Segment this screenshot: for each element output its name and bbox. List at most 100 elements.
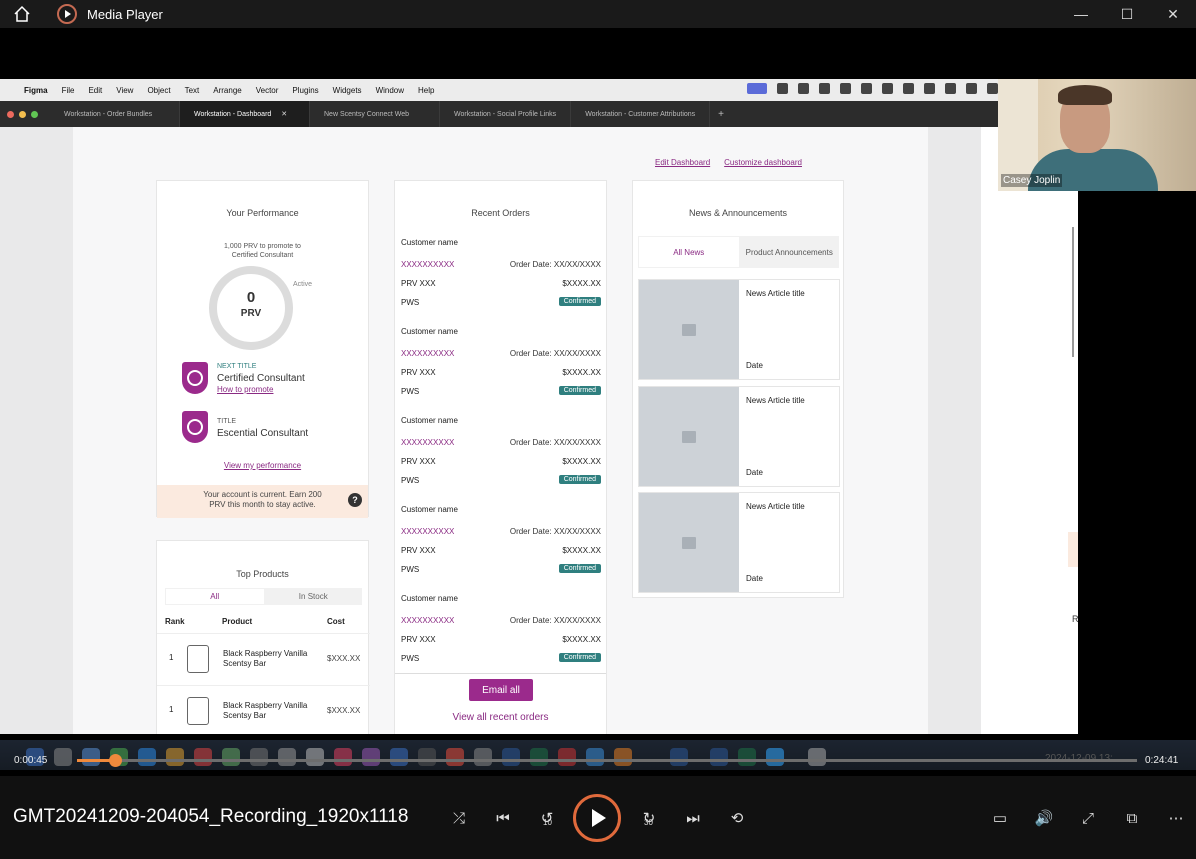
product-filter-tabs: All In Stock bbox=[165, 588, 362, 605]
dashboard-actions: Edit Dashboard Customize dashboard bbox=[655, 158, 802, 167]
menu-item: Widgets bbox=[332, 85, 362, 95]
next-title: Certified Consultant bbox=[217, 373, 305, 384]
elapsed-time: 0:00:45 bbox=[14, 755, 48, 766]
gauge-value: 0 bbox=[246, 289, 256, 306]
tab-all-news: All News bbox=[639, 237, 739, 267]
close-button[interactable]: ✕ bbox=[1150, 0, 1196, 28]
status-icon bbox=[882, 83, 893, 94]
top-products-title: Top Products bbox=[236, 569, 289, 579]
seek-handle[interactable] bbox=[109, 754, 122, 767]
prv-gauge: 0 PRV bbox=[209, 266, 293, 350]
menu-item: Edit bbox=[88, 85, 103, 95]
home-icon[interactable] bbox=[13, 5, 31, 23]
recent-orders-card: Recent Orders Customer name XXXXXXXXXX O… bbox=[394, 180, 607, 734]
menu-item: Plugins bbox=[292, 85, 319, 95]
figma-tab: Workstation - Order Bundles bbox=[50, 101, 180, 127]
news-article: News Article title Date bbox=[638, 386, 840, 487]
new-tab-icon: + bbox=[718, 108, 724, 120]
product-image-icon bbox=[187, 645, 209, 673]
shuffle-icon[interactable]: ⤮ bbox=[449, 808, 469, 828]
menu-item: Vector bbox=[255, 85, 279, 95]
menu-status-icons bbox=[747, 83, 998, 94]
news-card: News & Announcements All News Product An… bbox=[632, 180, 844, 598]
title-badge-icon bbox=[182, 411, 208, 443]
mac-menu-bar: Figma File Edit View Object Text Arrange… bbox=[0, 79, 1078, 101]
screen-share-icon bbox=[747, 83, 767, 94]
repeat-off-icon[interactable]: ⟲ bbox=[727, 808, 747, 828]
menu-item: Text bbox=[184, 85, 200, 95]
next-title-label: NEXT TITLE bbox=[217, 363, 257, 370]
maximize-button[interactable]: ☐ bbox=[1104, 0, 1150, 28]
performance-title: Your Performance bbox=[226, 208, 299, 218]
email-all-button: Email all bbox=[469, 679, 533, 701]
media-player-logo-icon bbox=[57, 4, 77, 24]
title-label: TITLE bbox=[217, 418, 237, 425]
gauge-unit: PRV bbox=[240, 308, 262, 319]
image-placeholder-icon bbox=[639, 493, 739, 592]
status-icon bbox=[861, 83, 872, 94]
figma-canvas: R Edit Dashboard Customize dashboard You… bbox=[0, 127, 1078, 734]
participant-name: Casey Joplin bbox=[1001, 174, 1063, 187]
menu-item: View bbox=[116, 85, 134, 95]
canvas-scrollbar bbox=[1072, 227, 1074, 357]
play-button[interactable] bbox=[573, 794, 621, 842]
volume-icon[interactable]: 🔊 bbox=[1034, 808, 1054, 828]
col-rank: Rank bbox=[165, 617, 185, 626]
figma-tab: Workstation - Customer Attributions bbox=[571, 101, 711, 127]
customize-dashboard-link: Customize dashboard bbox=[724, 158, 802, 167]
menu-item: Object bbox=[147, 85, 171, 95]
battery-icon bbox=[945, 83, 956, 94]
skip-back-label: 10 bbox=[543, 818, 552, 827]
minimize-button[interactable]: — bbox=[1058, 0, 1104, 28]
adjacent-artboard: R bbox=[981, 127, 1078, 734]
news-title: News & Announcements bbox=[688, 208, 788, 218]
playback-controls: GMT20241209-204054_Recording_1920x1118 ⤮… bbox=[0, 776, 1196, 859]
status-icon bbox=[840, 83, 851, 94]
app-title: Media Player bbox=[87, 6, 163, 22]
subtitles-icon[interactable]: ▭ bbox=[990, 808, 1010, 828]
fullscreen-icon[interactable]: ⤢ bbox=[1078, 808, 1098, 828]
confirmed-badge: Confirmed bbox=[558, 475, 601, 484]
more-options-icon[interactable]: ⋯ bbox=[1166, 808, 1186, 828]
figma-tab-bar: Workstation - Order Bundles Workstation … bbox=[0, 101, 1078, 127]
status-icon bbox=[798, 83, 809, 94]
close-tab-icon: ✕ bbox=[281, 111, 288, 118]
menu-app: Figma bbox=[24, 85, 48, 95]
mini-player-icon[interactable]: ⧉ bbox=[1122, 808, 1142, 828]
seek-bar[interactable] bbox=[77, 759, 1137, 762]
tab-all: All bbox=[166, 589, 264, 604]
figma-tab: Workstation - Social Profile Links bbox=[440, 101, 572, 127]
status-icon bbox=[777, 83, 788, 94]
confirmed-badge: Confirmed bbox=[558, 653, 601, 662]
news-article: News Article title Date bbox=[638, 492, 840, 593]
image-placeholder-icon bbox=[639, 280, 739, 379]
edit-dashboard-link: Edit Dashboard bbox=[655, 158, 711, 167]
menu-item: Arrange bbox=[213, 85, 242, 95]
status-icon bbox=[903, 83, 914, 94]
menu-item: File bbox=[61, 85, 75, 95]
menu-item: Window bbox=[375, 85, 405, 95]
how-to-promote-link: How to promote bbox=[217, 385, 274, 394]
promo-text: 1,000 PRV to promote to Certified Consul… bbox=[224, 243, 301, 259]
file-title: GMT20241209-204054_Recording_1920x1118 bbox=[13, 806, 409, 827]
title-bar: Media Player — ☐ ✕ bbox=[0, 0, 1196, 28]
image-placeholder-icon bbox=[639, 387, 739, 486]
video-frame[interactable]: Figma File Edit View Object Text Arrange… bbox=[0, 79, 1078, 734]
bluetooth-icon bbox=[924, 83, 935, 94]
skip-forward-label: 30 bbox=[644, 818, 653, 827]
news-article: News Article title Date bbox=[638, 279, 840, 380]
col-product: Product bbox=[222, 617, 253, 626]
product-row: 1 Black Raspberry Vanilla Scentsy Bar $X… bbox=[157, 685, 370, 734]
status-icon bbox=[819, 83, 830, 94]
wifi-icon bbox=[966, 83, 977, 94]
next-title-badge-icon bbox=[182, 362, 208, 394]
active-label: Active bbox=[293, 281, 313, 288]
previous-icon[interactable]: ⏮ bbox=[493, 808, 513, 828]
recorded-taskbar bbox=[0, 740, 1196, 770]
confirmed-badge: Confirmed bbox=[558, 386, 601, 395]
figma-tab: New Scentsy Connect Web bbox=[310, 101, 440, 127]
media-player-window: Media Player — ☐ ✕ Figma File Edit View … bbox=[0, 0, 1196, 859]
window-traffic-lights bbox=[7, 110, 38, 118]
view-all-orders-link: View all recent orders bbox=[452, 712, 549, 723]
next-icon[interactable]: ⏭ bbox=[683, 808, 703, 828]
